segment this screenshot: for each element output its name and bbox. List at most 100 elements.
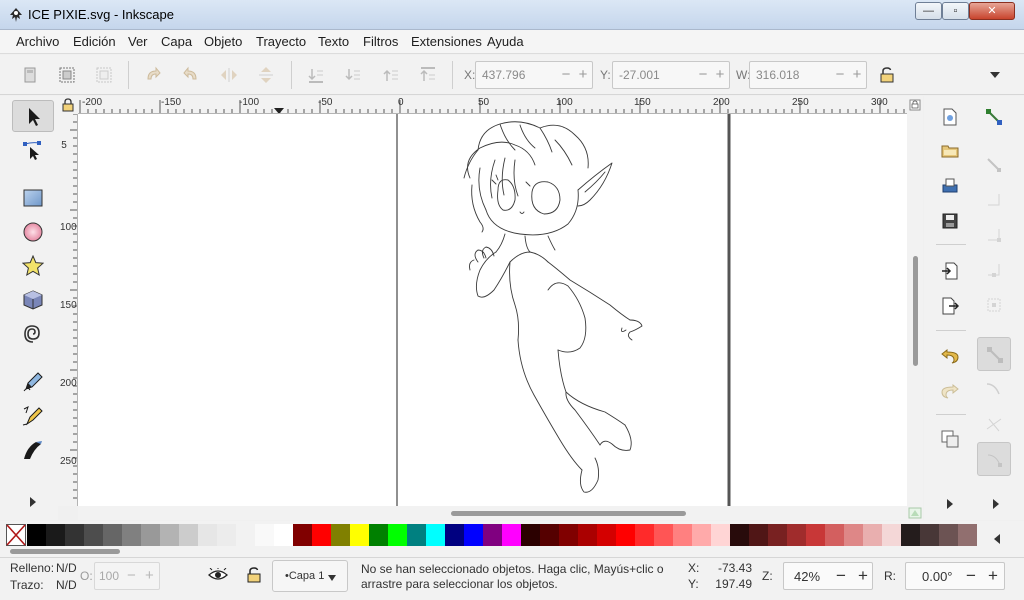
color-swatch[interactable]	[65, 524, 84, 546]
raise-to-top-icon[interactable]	[418, 65, 438, 85]
palette-scroll-thumb[interactable]	[10, 549, 120, 554]
3d-box-tool-button[interactable]	[12, 284, 54, 316]
snap-more-arrow-icon[interactable]	[991, 498, 1001, 510]
new-document-button[interactable]	[933, 100, 967, 134]
toolbar-overflow-arrow-icon[interactable]	[988, 68, 1002, 82]
color-swatch[interactable]	[711, 524, 730, 546]
color-swatch[interactable]	[939, 524, 958, 546]
y-value[interactable]: -27.001	[619, 68, 660, 82]
zoom-value[interactable]: 42%	[794, 569, 820, 584]
color-swatch[interactable]	[350, 524, 369, 546]
opacity-increment[interactable]: +	[145, 567, 154, 584]
node-tool-button[interactable]	[12, 134, 54, 166]
color-swatch[interactable]	[540, 524, 559, 546]
y-spinbox[interactable]: -27.001 − +	[612, 61, 730, 89]
menu-archivo[interactable]: Archivo	[16, 34, 59, 49]
color-swatch[interactable]	[597, 524, 616, 546]
snap-cusp-nodes-button[interactable]	[977, 442, 1011, 476]
rotation-spinbox[interactable]: 0.00° − +	[905, 562, 1005, 590]
raise-icon[interactable]	[381, 65, 401, 85]
color-swatch[interactable]	[901, 524, 920, 546]
vertical-scrollbar[interactable]	[907, 96, 923, 506]
color-swatch[interactable]	[27, 524, 46, 546]
x-decrement-button[interactable]: −	[558, 65, 574, 85]
w-decrement-button[interactable]: −	[832, 65, 848, 85]
print-button[interactable]	[933, 169, 967, 203]
select-all-icon[interactable]	[20, 65, 40, 85]
snap-intersections-button[interactable]	[977, 407, 1011, 441]
opacity-value[interactable]: 100	[99, 569, 119, 583]
deselect-icon[interactable]	[94, 65, 114, 85]
color-swatch[interactable]	[578, 524, 597, 546]
color-swatch[interactable]	[407, 524, 426, 546]
color-swatch[interactable]	[46, 524, 65, 546]
menu-texto[interactable]: Texto	[318, 34, 349, 49]
color-swatch[interactable]	[787, 524, 806, 546]
snap-bbox-midpoint-button[interactable]	[977, 253, 1011, 287]
color-swatch[interactable]	[673, 524, 692, 546]
color-swatch[interactable]	[806, 524, 825, 546]
y-increment-button[interactable]: +	[712, 65, 728, 85]
zoom-spinbox[interactable]: 42% − +	[783, 562, 873, 590]
menu-ayuda[interactable]: Ayuda	[487, 34, 524, 49]
color-swatch[interactable]	[198, 524, 217, 546]
w-value[interactable]: 316.018	[756, 68, 799, 82]
fill-value[interactable]: N/D	[56, 561, 77, 575]
pixie-drawing[interactable]	[78, 114, 907, 506]
color-swatch[interactable]	[274, 524, 293, 546]
menu-capa[interactable]: Capa	[161, 34, 192, 49]
color-swatch[interactable]	[312, 524, 331, 546]
y-decrement-button[interactable]: −	[695, 65, 711, 85]
menu-objeto[interactable]: Objeto	[204, 34, 242, 49]
maximize-button[interactable]: ▫	[942, 2, 969, 20]
zoom-out-button[interactable]: −	[834, 567, 848, 585]
snap-bbox-edge-button[interactable]	[977, 183, 1011, 217]
redo-button[interactable]	[933, 374, 967, 408]
spiral-tool-button[interactable]	[12, 318, 54, 350]
rotate-ccw-icon[interactable]	[143, 65, 163, 85]
snap-toggle-button[interactable]	[977, 100, 1011, 134]
color-swatch[interactable]	[483, 524, 502, 546]
color-swatch[interactable]	[84, 524, 103, 546]
stroke-value[interactable]: N/D	[56, 578, 77, 592]
star-tool-button[interactable]	[12, 250, 54, 282]
color-swatch[interactable]	[160, 524, 179, 546]
rotate-cw-icon[interactable]	[181, 65, 201, 85]
menu-ver[interactable]: Ver	[128, 34, 148, 49]
color-swatch[interactable]	[141, 524, 160, 546]
canvas-lock-icon[interactable]	[909, 99, 921, 111]
menu-trayecto[interactable]: Trayecto	[256, 34, 306, 49]
opacity-decrement[interactable]: −	[127, 567, 136, 584]
selector-tool-button[interactable]	[12, 100, 54, 132]
menu-extensiones[interactable]: Extensiones	[411, 34, 482, 49]
save-button[interactable]	[933, 204, 967, 238]
flip-vertical-icon[interactable]	[256, 65, 276, 85]
horizontal-ruler[interactable]: -200 -150 -100 -50 0 50 100 150 200 250 …	[78, 96, 907, 114]
snap-bbox-button[interactable]	[977, 148, 1011, 182]
duplicate-button[interactable]	[933, 422, 967, 456]
horizontal-scrollbar[interactable]	[78, 506, 907, 520]
toolbox-more-arrow-icon[interactable]	[28, 496, 38, 508]
color-swatch[interactable]	[920, 524, 939, 546]
color-swatch[interactable]	[236, 524, 255, 546]
color-swatch[interactable]	[749, 524, 768, 546]
pencil-tool-button[interactable]	[12, 366, 54, 398]
color-swatch[interactable]	[559, 524, 578, 546]
color-swatch[interactable]	[293, 524, 312, 546]
color-swatch[interactable]	[255, 524, 274, 546]
color-management-corner[interactable]	[907, 506, 923, 520]
drawing-canvas[interactable]	[78, 114, 907, 506]
lower-to-bottom-icon[interactable]	[306, 65, 326, 85]
calligraphy-tool-button[interactable]	[12, 434, 54, 466]
color-swatch[interactable]	[958, 524, 977, 546]
color-swatch[interactable]	[844, 524, 863, 546]
rotate-decrement-button[interactable]: −	[964, 567, 978, 585]
commands-more-arrow-icon[interactable]	[945, 498, 955, 510]
open-document-button[interactable]	[933, 134, 967, 168]
rectangle-tool-button[interactable]	[12, 182, 54, 214]
lower-icon[interactable]	[343, 65, 363, 85]
color-swatch[interactable]	[103, 524, 122, 546]
menu-edicion[interactable]: Edición	[73, 34, 116, 49]
current-layer-dropdown[interactable]: •Capa 1	[272, 560, 348, 592]
ruler-lock-corner[interactable]	[58, 96, 78, 114]
